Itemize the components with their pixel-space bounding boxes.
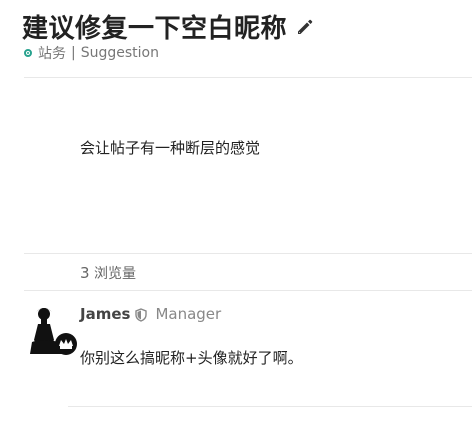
shield-icon (135, 307, 148, 322)
divider (24, 290, 472, 291)
avatar[interactable] (28, 304, 80, 360)
divider (24, 253, 472, 254)
topic-meta: 站务 | Suggestion (24, 43, 159, 63)
reply-header: James Manager (80, 305, 221, 323)
tag-link[interactable]: Suggestion (81, 45, 159, 61)
divider (24, 77, 472, 78)
topic-title-row: 建议修复一下空白昵称 (22, 8, 315, 45)
author-role: Manager (155, 305, 222, 323)
post-body: 会让帖子有一种断层的感觉 (80, 139, 261, 157)
views-label: 浏览量 (94, 266, 136, 282)
divider (68, 406, 472, 407)
category-badge-icon (24, 49, 32, 57)
meta-separator: | (71, 45, 76, 61)
views-counter: 3 浏览量 (80, 263, 136, 283)
edit-pencil-icon[interactable] (295, 17, 315, 37)
views-count: 3 (80, 264, 90, 282)
topic-title: 建议修复一下空白昵称 (22, 14, 288, 44)
reply-body: 你别这么搞昵称+头像就好了啊。 (80, 349, 303, 367)
category-link[interactable]: 站务 (38, 43, 66, 63)
author-name[interactable]: James (80, 305, 130, 323)
